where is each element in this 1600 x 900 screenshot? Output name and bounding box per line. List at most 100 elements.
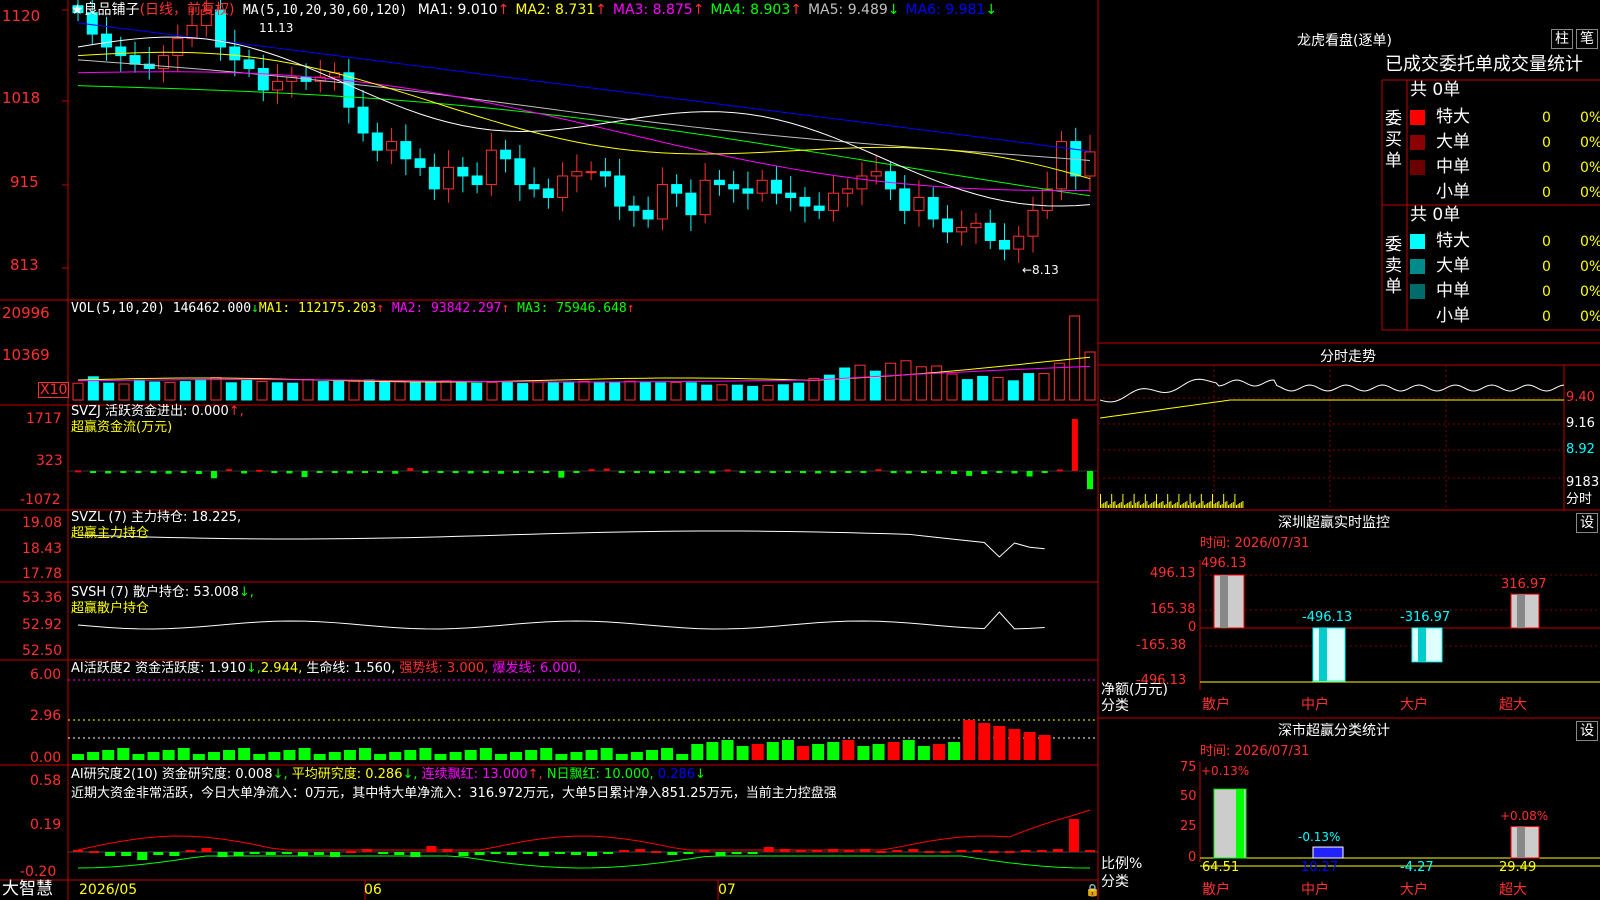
arrow-down-icon: ↓ xyxy=(985,2,998,18)
ai1-bar xyxy=(449,752,462,760)
ai2-bar xyxy=(522,852,533,854)
svzj-bar xyxy=(1041,471,1048,473)
candle-body xyxy=(870,171,882,177)
ma-title: MA(5,10,20,30,60,120) xyxy=(242,3,408,18)
dragon-row: 大单 0 0% xyxy=(1410,132,1600,154)
ai1-bar xyxy=(494,754,507,760)
svzj-bar xyxy=(331,471,338,473)
volume-bar xyxy=(869,370,881,401)
ai2-bar xyxy=(635,849,646,852)
ai1-bar xyxy=(555,754,568,760)
dragon-row-qty: 0 xyxy=(1542,259,1551,275)
svzj-bars xyxy=(68,419,1098,490)
ai2-note: 近期大资金非常活跃，今日大单净流入：0万元，其中特大单净流入：316.972万元… xyxy=(71,786,837,801)
ma-line xyxy=(77,85,1091,197)
svzj-bar xyxy=(573,471,580,473)
volume-bar xyxy=(72,382,84,401)
arrow-up-icon: ↑ xyxy=(692,2,705,18)
ai1-bar xyxy=(857,746,870,760)
intraday-vol-bar xyxy=(1218,501,1220,508)
candle-body xyxy=(1055,141,1067,190)
ai1-burst: 爆发线: 6.000, xyxy=(492,661,582,676)
ai1-bar xyxy=(1023,732,1036,760)
dragon-row-qty: 0 xyxy=(1542,160,1551,176)
candle-body xyxy=(671,184,683,194)
intraday-vol-bar xyxy=(1186,501,1188,508)
dragon-row-name: 中单 xyxy=(1436,157,1470,177)
svzj-bar xyxy=(75,470,81,473)
arrow-down-icon: ↓ xyxy=(251,301,259,316)
dragon-row-pct: 0% xyxy=(1580,110,1600,126)
classify-value-label: 64.51 xyxy=(1202,860,1240,875)
ai2-bar xyxy=(667,852,678,855)
intraday-chart xyxy=(1098,364,1600,510)
ai2-bar xyxy=(169,852,180,856)
intraday-vol-bar xyxy=(1130,501,1132,508)
candle-body xyxy=(371,132,383,151)
intraday-vol-bar xyxy=(1170,501,1172,508)
chart-canvas[interactable] xyxy=(0,0,1600,900)
volume-bar xyxy=(685,382,697,401)
classify-change-label: -0.13% xyxy=(1298,830,1341,844)
intraday-vol-bar xyxy=(1135,503,1137,508)
svzj-bar xyxy=(105,471,112,474)
volume-bar xyxy=(455,382,467,401)
color-swatch xyxy=(1410,259,1425,274)
price-axis-label: 1018 xyxy=(2,89,41,107)
chart-mode[interactable]: (日线，前复权) xyxy=(140,2,235,18)
svzj-bar xyxy=(286,471,293,474)
monitor-bar xyxy=(1312,627,1346,682)
svzj-bar xyxy=(90,471,97,473)
volume-bar xyxy=(716,384,728,401)
candle-body xyxy=(927,196,939,220)
svsh-axis-label: 52.50 xyxy=(22,643,63,659)
monitor-bar-label: 496.13 xyxy=(1201,556,1247,571)
intraday-vol-bar xyxy=(1212,494,1213,508)
intraday-vol-bar xyxy=(1114,501,1116,508)
intraday-vol-bar xyxy=(1140,505,1141,508)
volume-bar xyxy=(1053,362,1065,401)
color-swatch xyxy=(1410,110,1425,125)
candle-body xyxy=(785,192,797,198)
svzj-bar xyxy=(588,469,595,472)
volume-bar xyxy=(501,381,513,401)
volume-bar xyxy=(532,381,544,401)
svzl-header: SVZL (7) 主力持仓: 18.225, xyxy=(71,511,241,524)
ai2-bar xyxy=(378,852,389,854)
candle-body xyxy=(1013,235,1025,250)
ai1-bar xyxy=(661,748,674,760)
svzj-bar xyxy=(437,471,444,473)
intraday-vol-bar xyxy=(1122,494,1124,508)
lock-icon[interactable]: 🔒 xyxy=(1085,884,1100,896)
svzj-bar xyxy=(558,471,565,478)
intraday-vol-bar xyxy=(1173,504,1175,508)
dragon-row-name: 特大 xyxy=(1436,231,1470,251)
ai1-bar xyxy=(691,744,704,760)
ai1-bar xyxy=(117,748,130,760)
candle-body xyxy=(970,222,982,229)
ai2-bar xyxy=(73,850,83,852)
intraday-vol-bar xyxy=(1202,501,1204,508)
dragon-row: 特大 0 0% xyxy=(1410,107,1600,129)
intraday-vol-bar xyxy=(1213,504,1215,508)
ai2-bar xyxy=(988,851,999,853)
stock-name[interactable]: ★良品铺子 xyxy=(71,2,140,18)
intraday-vol-bar xyxy=(1136,502,1138,508)
intraday-vol-bar xyxy=(1100,494,1101,508)
svzj-bar xyxy=(679,471,686,474)
svzj-axis-label: -1072 xyxy=(20,492,61,508)
column-button[interactable]: 柱 xyxy=(1551,29,1573,49)
ai1-bar xyxy=(132,754,145,760)
classify-settings-button[interactable]: 设 xyxy=(1576,721,1598,741)
svzj-bar xyxy=(482,471,489,473)
ai1-bar xyxy=(298,748,311,760)
candle-body xyxy=(799,196,811,207)
intraday-vol-bar xyxy=(1180,505,1181,508)
volume-bar xyxy=(149,381,161,401)
ai1-bar xyxy=(615,754,628,760)
pen-button[interactable]: 笔 xyxy=(1576,29,1598,49)
svzj-bar xyxy=(346,471,353,474)
candle-body xyxy=(257,67,269,91)
intraday-vol-bar xyxy=(1162,501,1164,508)
monitor-settings-button[interactable]: 设 xyxy=(1576,513,1598,533)
